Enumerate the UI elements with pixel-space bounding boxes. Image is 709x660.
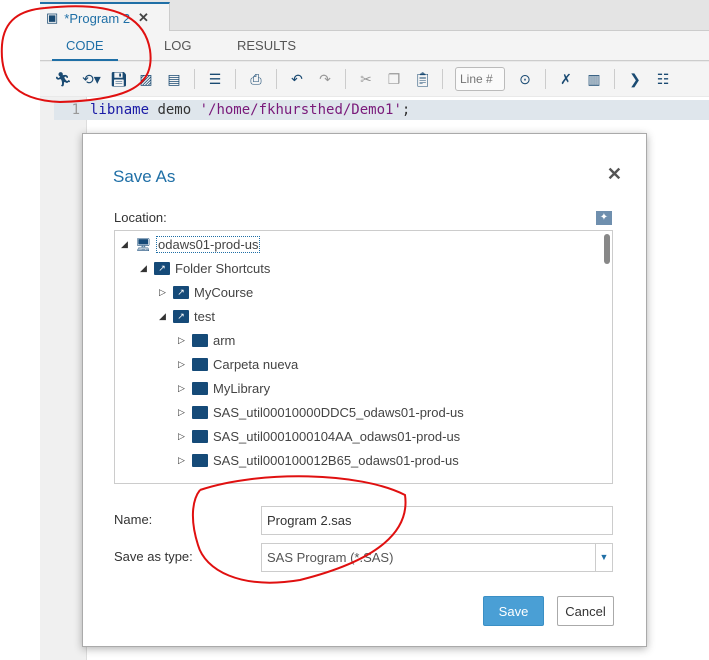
tab-title: *Program 2 bbox=[64, 10, 131, 26]
expand-icon[interactable]: ▷ bbox=[178, 359, 192, 370]
cut-icon[interactable]: ✂ bbox=[358, 71, 374, 88]
divider bbox=[194, 69, 195, 89]
divider bbox=[276, 69, 277, 89]
save-icon[interactable]: 💾︎ bbox=[110, 71, 128, 88]
run-icon[interactable]: 🏃︎ bbox=[54, 71, 72, 88]
tree-node[interactable]: ▷ MyLibrary bbox=[178, 377, 270, 399]
tree-node[interactable]: ▷ arm bbox=[178, 329, 235, 351]
expand-icon[interactable]: ▷ bbox=[178, 335, 192, 346]
tree-node[interactable]: ◢ 🖥︎ odaws01-prod-us bbox=[121, 233, 261, 255]
tree-node-label: SAS_util0001000104AA_odaws01-prod-us bbox=[213, 428, 461, 444]
folder-icon bbox=[192, 429, 208, 443]
close-tab-icon[interactable]: ✕ bbox=[138, 10, 149, 26]
type-value: SAS Program (*.SAS) bbox=[267, 550, 394, 565]
tab-log[interactable]: LOG bbox=[164, 38, 191, 53]
folder-shortcut-icon: ↗ bbox=[154, 261, 170, 275]
chevron-down-icon[interactable]: ▼ bbox=[595, 544, 612, 571]
go-icon[interactable]: ⊙ bbox=[517, 71, 533, 88]
type-label: Save as type: bbox=[114, 549, 193, 564]
copy-icon[interactable]: ❐ bbox=[386, 71, 402, 88]
divider bbox=[545, 69, 546, 89]
tab-code[interactable]: CODE bbox=[52, 38, 118, 61]
clear-icon[interactable]: ✗ bbox=[558, 71, 574, 88]
divider bbox=[442, 69, 443, 89]
expand-icon[interactable]: ▷ bbox=[178, 455, 192, 466]
tree-node-label: arm bbox=[213, 332, 236, 348]
save-button[interactable]: Save bbox=[483, 596, 544, 626]
divider bbox=[614, 69, 615, 89]
submit-line-icon[interactable]: ❯ bbox=[627, 71, 643, 88]
program-icon: ▣ bbox=[46, 10, 59, 25]
folder-icon bbox=[192, 357, 208, 371]
history-icon[interactable]: ⟲▾ bbox=[82, 71, 101, 88]
tree-node[interactable]: ◢ ↗ Folder Shortcuts bbox=[140, 257, 270, 279]
document-tab-bar: ▣ *Program 2 ✕ bbox=[40, 0, 709, 32]
tree-node-label: MyCourse bbox=[194, 284, 254, 300]
dialog-title: Save As bbox=[113, 167, 176, 186]
divider bbox=[235, 69, 236, 89]
expand-icon[interactable]: ▷ bbox=[178, 407, 192, 418]
cancel-button[interactable]: Cancel bbox=[557, 596, 614, 626]
scrollbar[interactable] bbox=[604, 234, 610, 264]
export-icon[interactable]: ▤ bbox=[166, 71, 182, 88]
name-input[interactable]: Program 2.sas bbox=[261, 506, 613, 535]
view-tabs: CODE LOG RESULTS bbox=[40, 31, 709, 61]
collapse-icon[interactable]: ◢ bbox=[121, 239, 135, 250]
line-number-input[interactable] bbox=[455, 67, 505, 91]
tree-node-label: Carpeta nueva bbox=[213, 356, 299, 372]
tab-results[interactable]: RESULTS bbox=[237, 38, 296, 53]
semicolon: ; bbox=[401, 102, 411, 118]
line-gutter bbox=[40, 97, 87, 660]
string-literal: '/home/fkhursthed/Demo1' bbox=[199, 102, 402, 118]
folder-icon bbox=[192, 453, 208, 467]
tree-node[interactable]: ▷ SAS_util000100012B65_odaws01-prod-us bbox=[178, 449, 459, 471]
redo-icon[interactable]: ↷ bbox=[317, 71, 333, 88]
divider bbox=[345, 69, 346, 89]
expand-icon[interactable]: ▷ bbox=[178, 383, 192, 394]
tree-node[interactable]: ▷ Carpeta nueva bbox=[178, 353, 298, 375]
location-tree[interactable]: ◢ 🖥︎ odaws01-prod-us ◢ ↗ Folder Shortcuts ▷ ↗ My… bbox=[114, 230, 613, 484]
tree-node-label: test bbox=[194, 308, 215, 324]
left-panel bbox=[0, 0, 40, 660]
identifier: demo bbox=[149, 102, 200, 118]
folder-shortcut-icon: ↗ bbox=[173, 309, 189, 323]
save-as-dialog: Save As ✕ Location: ✦ ◢ 🖥︎ odaws01-prod-us… bbox=[82, 133, 647, 647]
line-number: 1 bbox=[71, 102, 80, 118]
tree-node-label: Folder Shortcuts bbox=[175, 260, 271, 276]
folder-icon bbox=[192, 333, 208, 347]
expand-icon[interactable]: ▷ bbox=[178, 431, 192, 442]
tree-node[interactable]: ◢ ↗ test bbox=[159, 305, 215, 327]
close-icon[interactable]: ✕ bbox=[607, 164, 622, 185]
print-icon[interactable]: ⎙ bbox=[248, 71, 264, 88]
server-icon: 🖥︎ bbox=[135, 236, 152, 252]
tree-node-label: SAS_util00010000DDC5_odaws01-prod-us bbox=[213, 404, 464, 420]
type-select[interactable]: SAS Program (*.SAS) ▼ bbox=[261, 543, 613, 572]
keyword: libname bbox=[90, 102, 150, 118]
collapse-icon[interactable]: ◢ bbox=[159, 311, 173, 322]
folder-icon bbox=[192, 381, 208, 395]
tree-node[interactable]: ▷ SAS_util00010000DDC5_odaws01-prod-us bbox=[178, 401, 464, 423]
tree-node-label: odaws01-prod-us bbox=[156, 235, 261, 253]
undo-icon[interactable]: ↶ bbox=[289, 71, 305, 88]
tree-node[interactable]: ▷ ↗ MyCourse bbox=[159, 281, 253, 303]
code-line[interactable]: 1 libname demo '/home/fkhursthed/Demo1'; bbox=[54, 100, 709, 120]
code-toolbar: 🏃︎ ⟲▾ 💾︎ ▨ ▤ ☰ ⎙ ↶ ↷ ✂ ❐ 📋︎ ⊙ ✗ ▥ ❯ ☷ bbox=[40, 62, 709, 96]
name-label: Name: bbox=[114, 512, 153, 527]
indent-icon[interactable]: ☷ bbox=[655, 71, 671, 88]
collapse-icon[interactable]: ◢ bbox=[140, 263, 154, 274]
tree-node-label: MyLibrary bbox=[213, 380, 271, 396]
location-label: Location: bbox=[114, 210, 167, 225]
paste-icon[interactable]: 📋︎ bbox=[414, 71, 432, 88]
folder-shortcut-icon: ↗ bbox=[173, 285, 189, 299]
expand-icon[interactable]: ▷ bbox=[159, 287, 173, 298]
format-icon[interactable]: ☰ bbox=[207, 71, 223, 88]
snippets-icon[interactable]: ▥ bbox=[586, 71, 602, 88]
tree-node[interactable]: ▷ SAS_util0001000104AA_odaws01-prod-us bbox=[178, 425, 460, 447]
tree-node-label: SAS_util000100012B65_odaws01-prod-us bbox=[213, 452, 459, 468]
save-as-icon[interactable]: ▨ bbox=[138, 71, 154, 88]
tab-program-2[interactable]: ▣ *Program 2 ✕ bbox=[40, 2, 170, 32]
new-folder-icon[interactable]: ✦ bbox=[596, 211, 612, 225]
folder-icon bbox=[192, 405, 208, 419]
